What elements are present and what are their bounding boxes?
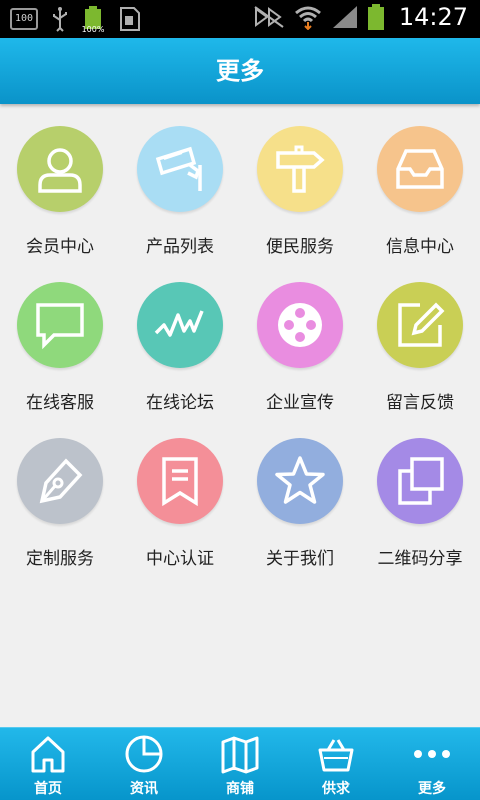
nav-item-supply-demand[interactable]: 供求 xyxy=(288,728,384,800)
grid-item-label: 会员中心 xyxy=(26,237,94,257)
page-title: 更多 xyxy=(216,57,264,85)
more-icon xyxy=(412,734,452,774)
user-icon xyxy=(17,126,103,212)
pulse-icon xyxy=(137,282,223,368)
bottom-nav: 首页 资讯 商铺 供求 更多 xyxy=(0,727,480,800)
sim-icon xyxy=(118,6,142,32)
nav-item-home[interactable]: 首页 xyxy=(0,728,96,800)
battery-icon xyxy=(367,4,385,30)
grid-item-label: 关于我们 xyxy=(266,549,334,569)
bookmark-icon xyxy=(137,438,223,524)
grid-item-label: 在线客服 xyxy=(26,393,94,413)
grid-item-online-support[interactable]: 在线客服 xyxy=(0,266,120,422)
grid-item-feedback[interactable]: 留言反馈 xyxy=(360,266,480,422)
grid-item-custom-services[interactable]: 定制服务 xyxy=(0,422,120,578)
pie-chart-icon xyxy=(124,734,164,774)
nav-item-shops[interactable]: 商铺 xyxy=(192,728,288,800)
status-bar: 100 100% 14:27 xyxy=(0,0,480,38)
grid-item-convenience-services[interactable]: 便民服务 xyxy=(240,110,360,266)
mute-icon xyxy=(253,4,285,30)
signpost-icon xyxy=(257,126,343,212)
pen-nib-icon xyxy=(17,438,103,524)
grid-item-online-forum[interactable]: 在线论坛 xyxy=(120,266,240,422)
nav-item-news[interactable]: 资讯 xyxy=(96,728,192,800)
chat-icon xyxy=(17,282,103,368)
signal-icon xyxy=(331,4,359,30)
box-icon: 100 xyxy=(10,8,38,30)
grid-item-product-list[interactable]: 产品列表 xyxy=(120,110,240,266)
grid-item-member-center[interactable]: 会员中心 xyxy=(0,110,120,266)
header-bar: 更多 xyxy=(0,38,480,104)
nav-item-more[interactable]: 更多 xyxy=(384,728,480,800)
status-bar-left: 100 100% xyxy=(10,6,142,33)
battery-icon: 100% xyxy=(82,6,108,33)
edit-icon xyxy=(377,282,463,368)
nav-label: 更多 xyxy=(418,781,446,797)
usb-icon xyxy=(48,6,72,32)
grid-item-label: 信息中心 xyxy=(386,237,454,257)
grid-item-about-us[interactable]: 关于我们 xyxy=(240,422,360,578)
grid-item-label: 留言反馈 xyxy=(386,393,454,413)
battery-left-label: 100% xyxy=(82,25,105,33)
grid-item-info-center[interactable]: 信息中心 xyxy=(360,110,480,266)
grid-item-certification[interactable]: 中心认证 xyxy=(120,422,240,578)
grid-item-label: 企业宣传 xyxy=(266,393,334,413)
grid-item-label: 二维码分享 xyxy=(377,549,463,569)
grid-item-corporate-promo[interactable]: 企业宣传 xyxy=(240,266,360,422)
clock: 14:27 xyxy=(398,3,468,31)
inbox-icon xyxy=(377,126,463,212)
grid-item-label: 在线论坛 xyxy=(146,393,214,413)
basket-icon xyxy=(316,734,356,774)
wifi-icon xyxy=(293,4,323,30)
home-icon xyxy=(28,734,68,774)
nav-label: 商铺 xyxy=(226,781,254,797)
star-icon xyxy=(257,438,343,524)
status-bar-right: 14:27 xyxy=(253,3,468,31)
nav-label: 资讯 xyxy=(130,781,158,797)
grid-item-label: 便民服务 xyxy=(266,237,334,257)
map-icon xyxy=(220,734,260,774)
copy-icon xyxy=(377,438,463,524)
camera-icon xyxy=(137,126,223,212)
nav-label: 供求 xyxy=(322,781,350,797)
grid-item-qr-share[interactable]: 二维码分享 xyxy=(360,422,480,578)
grid-item-label: 中心认证 xyxy=(146,549,214,569)
film-reel-icon xyxy=(257,282,343,368)
grid-item-label: 产品列表 xyxy=(146,237,214,257)
grid-item-label: 定制服务 xyxy=(26,549,94,569)
nav-label: 首页 xyxy=(34,781,62,797)
